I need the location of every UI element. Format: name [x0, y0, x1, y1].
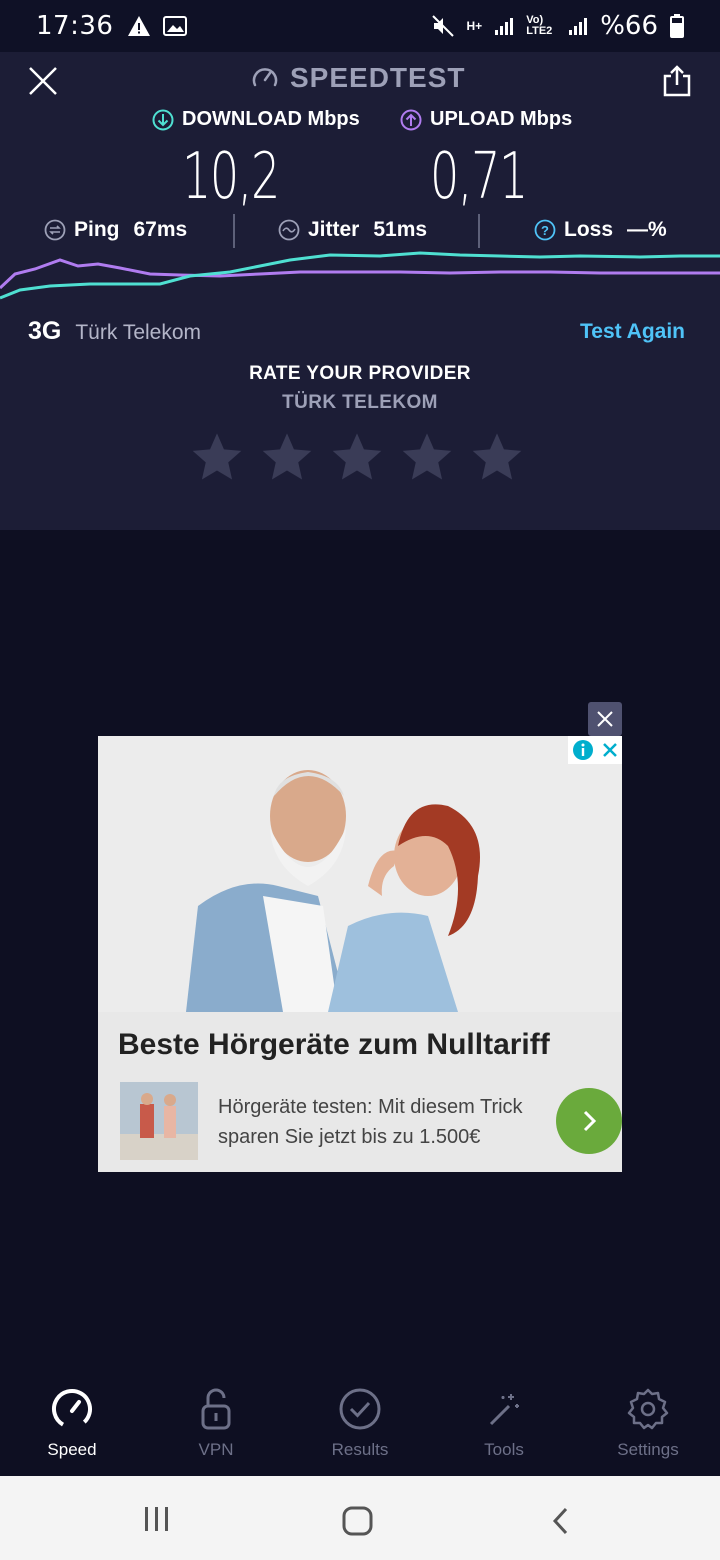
ping-value: 67ms [133, 218, 188, 241]
ping-icon [44, 219, 66, 241]
close-icon[interactable] [26, 64, 60, 98]
nav-results[interactable]: Results [288, 1386, 432, 1460]
ad-photo-illustration [98, 736, 622, 1012]
download-header: DOWNLOAD Mbps [152, 108, 360, 131]
status-bar: 17:36 H+ Vo) LTE2 %66 [0, 0, 720, 52]
jitter-icon [278, 219, 300, 241]
nav-tools-label: Tools [484, 1440, 524, 1459]
speedometer-logo-icon [252, 68, 278, 87]
jitter-stat: Jitter 51ms [278, 218, 427, 242]
nav-vpn-label: VPN [198, 1440, 234, 1459]
network-h-plus: H+ [466, 19, 483, 33]
star-rating [190, 430, 524, 484]
provider-name: Türk Telekom [75, 321, 202, 344]
bottom-nav: Speed VPN Results Tools Settings [0, 1376, 720, 1476]
ad-headline[interactable]: Beste Hörgeräte zum Nulltariff [118, 1028, 550, 1062]
svg-text:?: ? [541, 223, 549, 238]
test-again-button[interactable]: Test Again [580, 320, 685, 344]
app-title: SPEEDTEST [250, 62, 465, 94]
upload-value: 0,71 [430, 140, 528, 214]
close-icon[interactable] [601, 741, 619, 759]
nav-results-label: Results [331, 1440, 389, 1459]
ad-image[interactable] [98, 736, 622, 1012]
app-title-text: SPEEDTEST [290, 62, 466, 93]
loss-label: Loss [564, 218, 614, 241]
nav-settings-label: Settings [617, 1440, 679, 1459]
nav-tools[interactable]: Tools [432, 1386, 576, 1460]
rate-provider-name: TÜRK TELEKOM [282, 392, 438, 413]
ad-choices[interactable] [568, 736, 622, 764]
status-time: 17:36 [36, 11, 114, 41]
battery-icon [670, 14, 684, 38]
share-icon[interactable] [660, 64, 694, 98]
speed-graph [0, 251, 720, 300]
signal-icon-2 [569, 18, 588, 35]
ad-close-button[interactable] [588, 702, 622, 736]
upload-header: UPLOAD Mbps [400, 108, 572, 131]
help-icon[interactable]: ? [534, 219, 556, 241]
star-icon[interactable] [260, 430, 314, 484]
ad-body-text[interactable]: Hörgeräte testen: Mit diesem Trick spare… [218, 1092, 558, 1152]
ad-thumbnail[interactable] [120, 1082, 198, 1160]
nav-speed-label: Speed [47, 1440, 97, 1459]
star-icon[interactable] [470, 430, 524, 484]
star-icon[interactable] [330, 430, 384, 484]
check-circle-icon [339, 1388, 381, 1430]
battery-percent: %66 [600, 11, 658, 41]
chevron-right-icon [583, 1110, 597, 1132]
download-value: 10,2 [182, 140, 280, 214]
ad-thumbnail-illustration [120, 1082, 198, 1160]
mute-icon [431, 15, 454, 37]
app-header: SPEEDTEST [0, 52, 720, 112]
speedometer-icon [52, 1389, 92, 1429]
gear-icon [627, 1388, 669, 1430]
star-icon[interactable] [400, 430, 454, 484]
recent-apps-icon[interactable] [140, 1506, 174, 1532]
download-label: DOWNLOAD Mbps [182, 108, 360, 130]
ad-banner[interactable]: Beste Hörgeräte zum Nulltariff Hörgeräte… [98, 736, 622, 1172]
network-type: 3G [28, 317, 62, 345]
signal-icon [495, 18, 514, 35]
nav-vpn[interactable]: VPN [144, 1386, 288, 1460]
info-icon[interactable] [572, 739, 594, 761]
ping-stat: Ping 67ms [44, 218, 187, 242]
star-icon[interactable] [190, 430, 244, 484]
rate-provider-title: RATE YOUR PROVIDER [249, 363, 471, 384]
jitter-value: 51ms [373, 218, 428, 241]
loss-value: —% [627, 218, 667, 241]
warning-icon [128, 16, 151, 36]
results-panel: SPEEDTEST DOWNLOAD Mbps UPLOAD Mbps 10,2… [0, 52, 720, 530]
magic-wand-icon [489, 1394, 519, 1426]
upload-label: UPLOAD Mbps [430, 108, 573, 130]
system-navigation-bar [0, 1476, 720, 1560]
ad-cta-button[interactable] [556, 1088, 622, 1154]
back-icon[interactable] [548, 1506, 574, 1536]
image-icon [163, 16, 188, 36]
close-icon [597, 711, 613, 727]
network-lte2: Vo) LTE2 [526, 14, 553, 37]
padlock-icon [201, 1388, 231, 1430]
upload-arrow-icon [400, 109, 422, 130]
download-arrow-icon [152, 109, 174, 130]
ping-label: Ping [74, 218, 120, 241]
loss-stat[interactable]: ? Loss —% [534, 218, 667, 242]
download-graph-line [0, 251, 720, 300]
home-icon[interactable] [342, 1506, 374, 1536]
nav-speed[interactable]: Speed [0, 1386, 144, 1460]
network-info: 3G Türk Telekom [28, 317, 201, 346]
nav-settings[interactable]: Settings [576, 1386, 720, 1460]
jitter-label: Jitter [308, 218, 360, 241]
